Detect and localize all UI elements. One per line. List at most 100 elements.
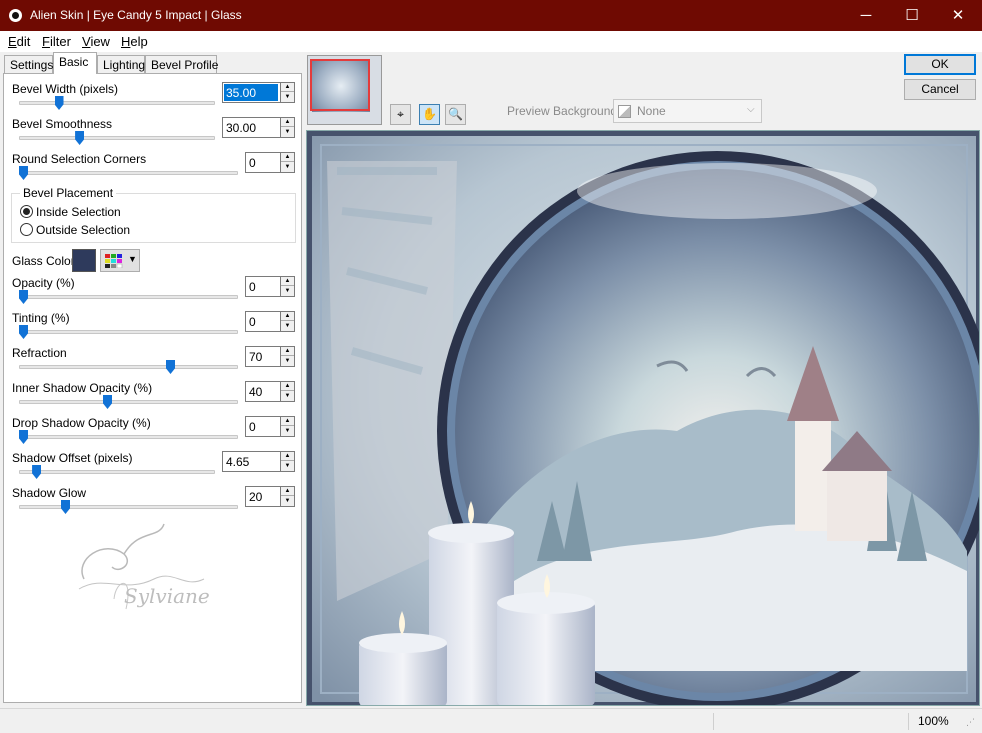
refraction-field[interactable]: ▲▼ — [245, 346, 295, 367]
resize-grip-icon[interactable]: ⋰ — [966, 717, 975, 728]
spin-down-icon[interactable]: ▼ — [281, 322, 294, 331]
refraction-input[interactable] — [247, 348, 278, 365]
refraction-spinner[interactable]: ▲ ▼ — [280, 346, 295, 367]
tab-basic[interactable]: Basic — [53, 52, 97, 74]
navigator-thumbnail[interactable] — [307, 55, 382, 125]
tinting-field[interactable]: ▲▼ — [245, 311, 295, 332]
tinting-input[interactable] — [247, 313, 278, 330]
spin-down-icon[interactable]: ▼ — [281, 128, 294, 137]
navigator-icon[interactable]: ⌖ — [390, 104, 411, 125]
round-corners-thumb[interactable] — [19, 166, 28, 180]
drop-shadow-opacity-field[interactable]: ▲▼ — [245, 416, 295, 437]
spin-up-icon[interactable]: ▲ — [281, 417, 294, 426]
outside-selection-radio[interactable] — [20, 223, 33, 236]
tinting-slider[interactable] — [19, 330, 238, 334]
bevel-width-slider[interactable] — [19, 101, 215, 105]
shadow-offset-spinner[interactable]: ▲ ▼ — [280, 451, 295, 472]
bevel-smoothness-slider[interactable] — [19, 136, 215, 140]
spin-up-icon[interactable]: ▲ — [281, 277, 294, 286]
spin-down-icon[interactable]: ▼ — [281, 392, 294, 401]
hand-icon[interactable]: ✋ — [419, 104, 440, 125]
round-corners-input[interactable] — [247, 154, 278, 171]
menu-edit[interactable]: Edit — [8, 34, 30, 49]
menu-help[interactable]: Help — [121, 34, 148, 49]
tinting-thumb[interactable] — [19, 325, 28, 339]
spin-down-icon[interactable]: ▼ — [281, 357, 294, 366]
preview-canvas[interactable] — [306, 130, 980, 706]
spin-up-icon[interactable]: ▲ — [281, 83, 294, 92]
spin-down-icon[interactable]: ▼ — [281, 427, 294, 436]
menu-filter[interactable]: Filter — [42, 34, 71, 49]
shadow-offset-field[interactable]: ▲▼ — [222, 451, 295, 472]
preview-background-select[interactable]: None ⌵ — [613, 99, 762, 123]
spin-down-icon[interactable]: ▼ — [281, 93, 294, 102]
shadow-glow-field[interactable]: ▲▼ — [245, 486, 295, 507]
drop-shadow-opacity-input[interactable] — [247, 418, 278, 435]
bevel-smoothness-input[interactable] — [224, 119, 278, 136]
drop-shadow-opacity-thumb[interactable] — [19, 430, 28, 444]
ok-button[interactable]: OK — [904, 54, 976, 75]
glass-color-swatch[interactable] — [72, 249, 96, 272]
shadow-offset-slider[interactable] — [19, 470, 215, 474]
tinting-spinner[interactable]: ▲ ▼ — [280, 311, 295, 332]
close-button[interactable]: ✕ — [935, 0, 981, 31]
spin-down-icon[interactable]: ▼ — [281, 163, 294, 172]
spin-up-icon[interactable]: ▲ — [281, 312, 294, 321]
tab-bevel-profile[interactable]: Bevel Profile — [145, 55, 218, 74]
inner-shadow-opacity-thumb[interactable] — [103, 395, 112, 409]
spin-up-icon[interactable]: ▲ — [281, 487, 294, 496]
spin-down-icon[interactable]: ▼ — [281, 462, 294, 471]
shadow-offset-thumb[interactable] — [32, 465, 42, 479]
tab-settings[interactable]: Settings — [4, 55, 53, 74]
opacity-slider[interactable] — [19, 295, 238, 299]
bevel-smoothness-label: Bevel Smoothness — [12, 117, 113, 131]
menu-filter-accel: F — [42, 34, 50, 49]
bevel-width-thumb[interactable] — [54, 96, 64, 110]
bevel-width-spinner[interactable]: ▲ ▼ — [280, 82, 295, 103]
spin-up-icon[interactable]: ▲ — [281, 153, 294, 162]
opacity-input[interactable] — [247, 278, 278, 295]
tab-lighting[interactable]: Lighting — [97, 55, 145, 74]
round-corners-field[interactable]: ▲▼ — [245, 152, 295, 173]
bevel-smoothness-thumb[interactable] — [75, 131, 85, 145]
shadow-glow-spinner[interactable]: ▲ ▼ — [280, 486, 295, 507]
maximize-button[interactable]: ☐ — [889, 0, 935, 31]
spin-down-icon[interactable]: ▼ — [281, 287, 294, 296]
bevel-smoothness-field[interactable]: ▲▼ — [222, 117, 295, 138]
spin-down-icon[interactable]: ▼ — [281, 497, 294, 506]
viewport-rectangle[interactable] — [310, 59, 370, 111]
inner-shadow-opacity-field[interactable]: ▲▼ — [245, 381, 295, 402]
round-corners-slider[interactable] — [19, 171, 238, 175]
shadow-offset-input[interactable] — [224, 453, 278, 470]
zoom-icon[interactable]: 🔍 — [445, 104, 466, 125]
bevel-width-input[interactable] — [224, 84, 278, 101]
cancel-button[interactable]: Cancel — [904, 79, 976, 100]
spin-up-icon[interactable]: ▲ — [281, 118, 294, 127]
refraction-thumb[interactable] — [166, 360, 175, 374]
opacity-thumb[interactable] — [19, 290, 28, 304]
bevel-width-field[interactable]: ▲▼ — [222, 82, 295, 103]
app-icon[interactable] — [9, 9, 22, 22]
drop-shadow-opacity-slider[interactable] — [19, 435, 238, 439]
shadow-glow-input[interactable] — [247, 488, 278, 505]
drop-shadow-opacity-spinner[interactable]: ▲ ▼ — [280, 416, 295, 437]
color-picker-button[interactable]: ▼ — [100, 249, 140, 272]
opacity-field[interactable]: ▲▼ — [245, 276, 295, 297]
inside-selection-radio[interactable] — [20, 205, 33, 218]
opacity-spinner[interactable]: ▲ ▼ — [280, 276, 295, 297]
shadow-glow-slider[interactable] — [19, 505, 238, 509]
shadow-glow-thumb[interactable] — [61, 500, 70, 514]
inside-selection-label[interactable]: Inside Selection — [36, 205, 121, 219]
bevel-smoothness-spinner[interactable]: ▲ ▼ — [280, 117, 295, 138]
spin-up-icon[interactable]: ▲ — [281, 382, 294, 391]
round-corners-spinner[interactable]: ▲ ▼ — [280, 152, 295, 173]
inner-shadow-opacity-spinner[interactable]: ▲ ▼ — [280, 381, 295, 402]
refraction-slider[interactable] — [19, 365, 238, 369]
minimize-button[interactable]: ─ — [843, 0, 889, 31]
inner-shadow-opacity-slider[interactable] — [19, 400, 238, 404]
spin-up-icon[interactable]: ▲ — [281, 347, 294, 356]
inner-shadow-opacity-input[interactable] — [247, 383, 278, 400]
menu-view[interactable]: View — [82, 34, 110, 49]
spin-up-icon[interactable]: ▲ — [281, 452, 294, 461]
outside-selection-label[interactable]: Outside Selection — [36, 223, 130, 237]
